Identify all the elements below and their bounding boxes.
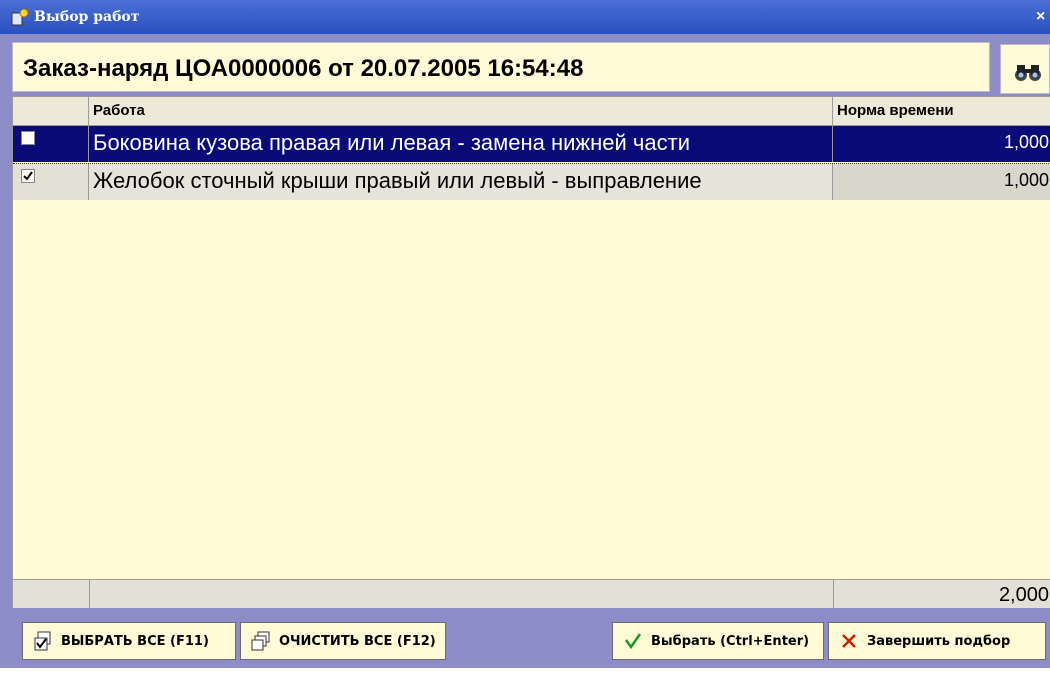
window-bottom-edge bbox=[0, 668, 1050, 676]
row-check-cell bbox=[13, 126, 89, 162]
table-row[interactable]: Желобок сточный крыши правый или левый -… bbox=[13, 164, 1050, 201]
select-all-button[interactable]: ВЫБРАТЬ ВСЕ (F11) bbox=[22, 622, 236, 660]
windows-icon bbox=[249, 629, 273, 653]
table-header: Работа Норма времени bbox=[13, 97, 1050, 126]
order-title: Заказ-наряд ЦОА0000006 от 20.07.2005 16:… bbox=[23, 55, 584, 82]
table-footer: 2,000 bbox=[13, 579, 1050, 608]
close-button[interactable]: × bbox=[1036, 6, 1050, 28]
row-work-name: Боковина кузова правая или левая - замен… bbox=[89, 126, 833, 162]
row-time-norm: 1,000 bbox=[833, 126, 1050, 162]
select-all-label: ВЫБРАТЬ ВСЕ (F11) bbox=[61, 633, 209, 649]
clear-all-button[interactable]: ОЧИСТИТЬ ВСЕ (F12) bbox=[240, 622, 446, 660]
order-header: Заказ-наряд ЦОА0000006 от 20.07.2005 16:… bbox=[12, 42, 990, 92]
footer-name-cell bbox=[89, 580, 834, 608]
finish-label: Завершить подбор bbox=[867, 633, 1011, 649]
table-row[interactable]: Боковина кузова правая или левая - замен… bbox=[13, 126, 1050, 163]
binoculars-icon bbox=[1001, 65, 1049, 97]
title-bar[interactable]: Выбор работ × bbox=[0, 0, 1050, 34]
column-header-time[interactable]: Норма времени bbox=[833, 97, 1050, 125]
choose-label: Выбрать (Ctrl+Enter) bbox=[651, 633, 810, 649]
column-header-work[interactable]: Работа bbox=[89, 97, 833, 125]
row-work-name: Желобок сточный крыши правый или левый -… bbox=[89, 164, 833, 200]
row-checkbox[interactable] bbox=[21, 131, 35, 145]
finish-button[interactable]: Завершить подбор bbox=[828, 622, 1046, 660]
works-table: Работа Норма времени Боковина кузова пра… bbox=[12, 96, 1050, 608]
cross-icon bbox=[837, 629, 861, 653]
checkboxes-icon bbox=[31, 629, 55, 653]
row-check-cell bbox=[13, 164, 89, 200]
checkmark-icon bbox=[23, 171, 33, 181]
clear-all-label: ОЧИСТИТЬ ВСЕ (F12) bbox=[279, 633, 436, 649]
search-button[interactable] bbox=[1000, 44, 1050, 94]
checkmark-icon bbox=[621, 629, 645, 653]
app-icon bbox=[10, 7, 30, 27]
choose-button[interactable]: Выбрать (Ctrl+Enter) bbox=[612, 622, 824, 660]
window-title: Выбор работ bbox=[34, 9, 140, 25]
total-time: 2,000 bbox=[998, 584, 1049, 606]
dialog-window: Выбор работ × Заказ-наряд ЦОА0000006 от … bbox=[0, 0, 1050, 676]
footer-check-cell bbox=[13, 580, 90, 608]
row-checkbox[interactable] bbox=[21, 169, 35, 183]
row-time-norm: 1,000 bbox=[833, 164, 1050, 200]
column-header-check bbox=[13, 97, 89, 125]
